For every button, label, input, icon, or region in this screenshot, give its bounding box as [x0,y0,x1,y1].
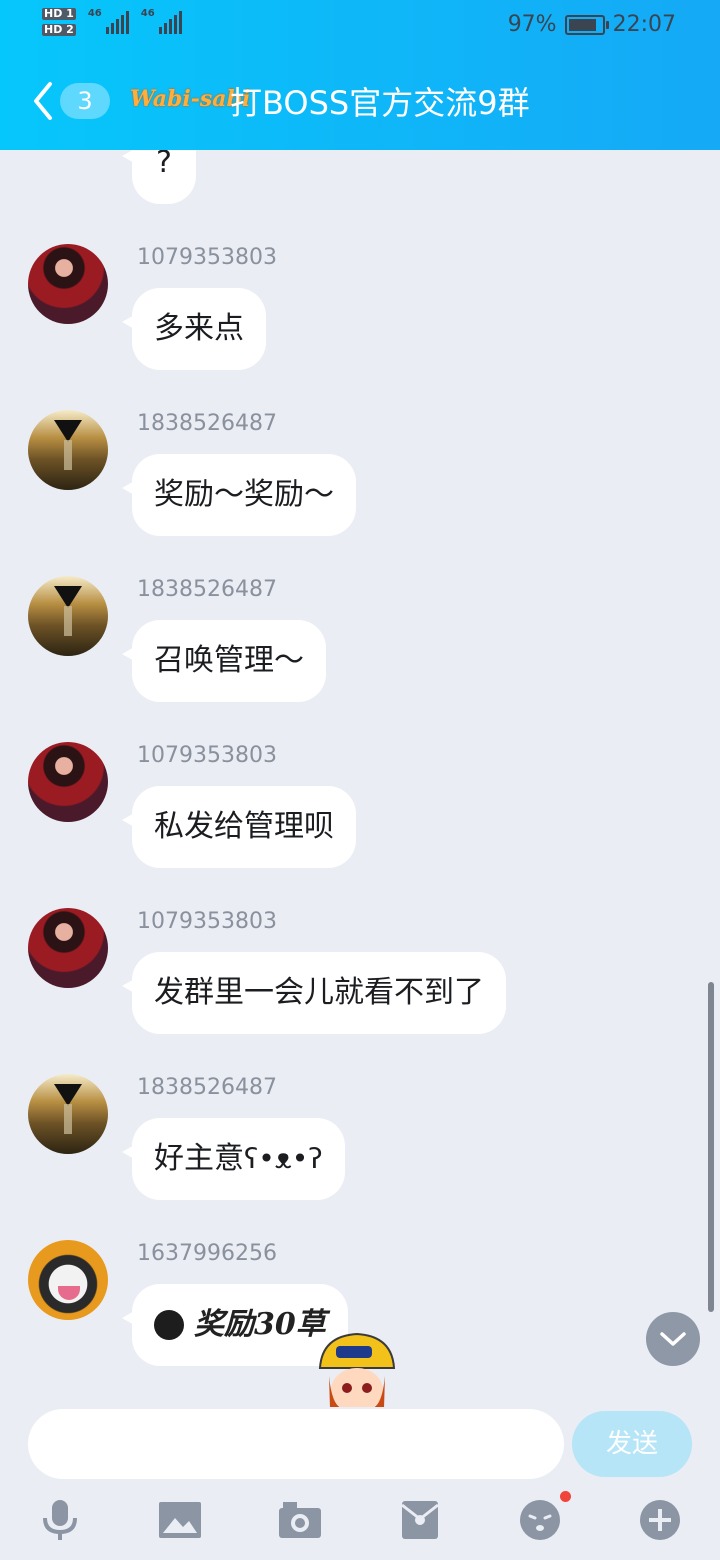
sender-name[interactable]: 1838526487 [137,1074,277,1102]
image-icon [159,1502,201,1538]
chat-header: HD 1 HD 2 46 46 97% 22:07 3 Wabi-sabi 打B… [0,0,720,150]
net1-label: 46 [87,8,102,19]
red-packet-icon [401,1501,439,1539]
hd-badges: HD 1 HD 2 [42,8,76,36]
avatar[interactable] [28,576,108,656]
emoji-icon [520,1500,560,1540]
avatar[interactable] [28,1074,108,1154]
mic-icon [43,1500,77,1540]
message-bubble[interactable]: 私发给管理呗 [122,786,356,868]
sender-name[interactable]: 1079353803 [137,244,277,272]
message-input[interactable] [28,1409,564,1479]
battery-percent: 97% [507,12,557,37]
scroll-to-bottom-button[interactable] [646,1312,700,1366]
input-bar: 发送 [0,1407,720,1560]
send-button[interactable]: 发送 [572,1411,692,1477]
sender-name[interactable]: 1637996256 [137,1240,277,1268]
net2-label: 46 [140,8,155,19]
status-bar: HD 1 HD 2 46 46 97% 22:07 [0,0,720,52]
sender-name[interactable]: 1838526487 [137,410,277,438]
notification-dot [560,1491,571,1502]
camera-icon [279,1502,321,1538]
avatar[interactable] [28,410,108,490]
message-text: 奖励30草 [194,1307,326,1342]
emoji-button[interactable] [515,1491,571,1545]
message-bubble[interactable]: 多来点 [122,288,266,370]
avatar[interactable] [28,908,108,988]
red-packet-button[interactable] [395,1495,445,1545]
message-bubble[interactable]: 召唤管理～ [122,620,326,702]
sender-name[interactable]: 1838526487 [137,576,277,604]
signal1-icon: 46 [88,8,129,34]
grass-emoji-icon [154,1310,184,1340]
battery-fill [568,18,596,31]
message-bubble[interactable]: 好主意ʕ•ᴥ•ʔ [122,1118,345,1200]
sender-name[interactable]: 1079353803 [137,908,277,936]
avatar[interactable] [28,1240,108,1320]
message-bubble[interactable]: ? [122,150,196,204]
sender-name[interactable]: 1079353803 [137,742,277,770]
network-indicators: HD 1 HD 2 46 46 [42,8,182,36]
scrollbar[interactable] [708,982,714,1312]
plus-icon [640,1500,680,1540]
clock: 22:07 [612,12,676,37]
message-bubble[interactable]: 奖励～奖励～ [122,454,356,536]
input-toolbar [0,1491,720,1545]
message-text: 好主意 [154,1141,244,1176]
more-button[interactable] [635,1495,685,1545]
mascot-icon[interactable] [312,1328,402,1408]
chevron-down-icon [660,1332,686,1346]
battery-icon [564,14,609,35]
avatar[interactable] [28,244,108,324]
avatar[interactable] [28,742,108,822]
status-right: 97% 22:07 [508,12,676,37]
back-arrow-icon [34,82,52,120]
mic-button[interactable] [35,1495,85,1545]
camera-button[interactable] [275,1495,325,1545]
image-button[interactable] [155,1495,205,1545]
bear-emoji-icon: ʕ•ᴥ•ʔ [244,1142,323,1175]
hd2-badge: HD 2 [42,23,76,36]
signal2-icon: 46 [141,8,182,34]
group-title[interactable]: 打BOSS官方交流9群 [230,78,530,124]
message-bubble[interactable]: 发群里一会儿就看不到了 [122,952,506,1034]
hd1-badge: HD 1 [42,7,76,20]
unread-count-badge[interactable]: 3 [60,83,110,119]
message-list[interactable]: ? 1079353803 多来点 1838526487 奖励～奖励～ 18385… [0,150,720,1407]
